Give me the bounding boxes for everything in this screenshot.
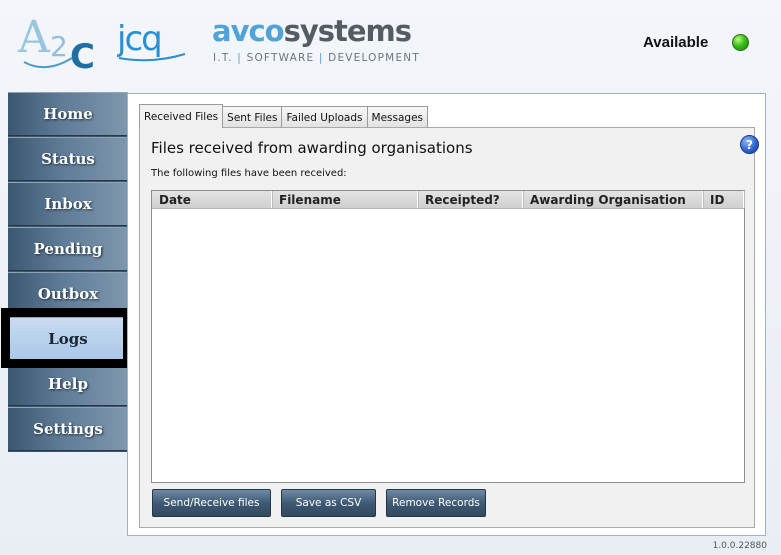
tab-received-files[interactable]: Received Files (139, 104, 224, 128)
sidebar-item-inbox[interactable]: Inbox (8, 182, 128, 226)
column-header-id[interactable]: ID (703, 191, 744, 208)
column-header-receipted[interactable]: Receipted? (418, 191, 523, 208)
tab-bar: Received Files Sent Files Failed Uploads… (139, 104, 429, 128)
tagline-separator: | (318, 52, 324, 64)
save-as-csv-button[interactable]: Save as CSV (281, 489, 376, 517)
avco-systems-logo: avcosystems I.T. | SOFTWARE | DEVELOPMEN… (212, 14, 419, 66)
tab-sent-files[interactable]: Sent Files (222, 106, 283, 128)
page-subtitle: The following files have been received: (151, 168, 347, 179)
sidebar-item-home[interactable]: Home (8, 92, 128, 136)
sidebar-item-logs[interactable]: Logs (8, 317, 128, 361)
tab-content: ? Files received from awarding organisat… (139, 127, 759, 528)
tagline-separator: | (237, 52, 243, 64)
sidebar-nav: Home Status Inbox Pending Outbox Logs He… (8, 92, 128, 452)
a2c-logo: A 2 C (17, 12, 95, 72)
svg-text:C: C (70, 37, 95, 72)
version-label: 1.0.0.22880 (712, 541, 767, 551)
table-header: Date Filename Receipted? Awarding Organi… (152, 191, 744, 209)
column-header-filename[interactable]: Filename (272, 191, 418, 208)
question-icon[interactable]: ? (740, 135, 759, 154)
action-buttons: Send/Receive files Save as CSV Remove Re… (152, 489, 496, 517)
page-title: Files received from awarding organisatio… (151, 139, 473, 157)
app-header: A 2 C jcq avcosystems I.T. | SOFTWARE | … (0, 0, 781, 90)
sidebar-item-settings[interactable]: Settings (8, 407, 128, 451)
send-receive-files-button[interactable]: Send/Receive files (152, 489, 271, 517)
svg-text:A: A (17, 12, 51, 63)
avco-wordmark-prefix: avco (212, 14, 285, 48)
tagline-part: SOFTWARE (246, 52, 315, 64)
svg-text:2: 2 (50, 30, 68, 63)
avco-tagline: I.T. | SOFTWARE | DEVELOPMENT (213, 52, 420, 64)
sidebar-item-pending[interactable]: Pending (8, 227, 128, 271)
main-panel: Received Files Sent Files Failed Uploads… (127, 93, 766, 536)
sidebar-item-status[interactable]: Status (8, 137, 128, 181)
column-header-awarding-organisation[interactable]: Awarding Organisation (523, 191, 703, 208)
sidebar-item-outbox[interactable]: Outbox (8, 272, 128, 316)
tagline-part: I.T. (213, 52, 233, 64)
sidebar-item-help[interactable]: Help (8, 362, 128, 406)
remove-records-button[interactable]: Remove Records (386, 489, 486, 517)
avco-wordmark-suffix: systems (283, 14, 412, 48)
jcq-logo: jcq (117, 19, 186, 62)
received-files-table[interactable]: Date Filename Receipted? Awarding Organi… (151, 190, 745, 483)
tab-failed-uploads[interactable]: Failed Uploads (281, 106, 368, 128)
tagline-part: DEVELOPMENT (328, 52, 420, 64)
avco-wordmark: avcosystems (212, 14, 412, 48)
svg-text:jcq: jcq (117, 19, 161, 59)
status-indicator-icon (732, 34, 749, 51)
availability-status: Available (643, 34, 709, 51)
column-header-date[interactable]: Date (152, 191, 272, 208)
tab-messages[interactable]: Messages (366, 106, 429, 128)
